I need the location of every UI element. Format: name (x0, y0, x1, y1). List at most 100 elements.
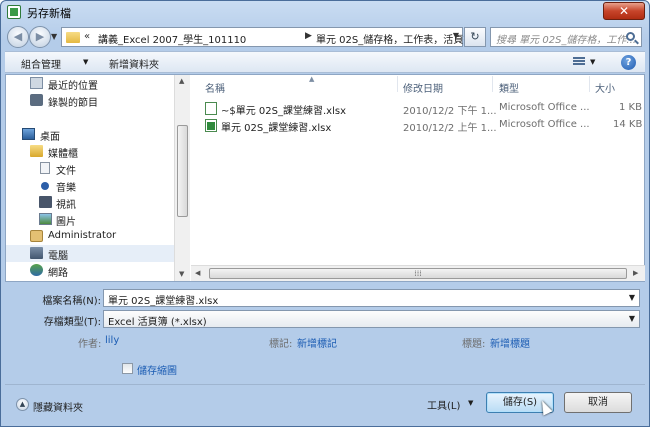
recent-pages-dropdown-icon[interactable]: ▼ (51, 32, 57, 41)
nav-item-label: 音樂 (56, 183, 76, 194)
browser-panes: 最近的位置 錄製的節目 桌面 媒體櫃 文件 音樂 視訊 圖片 Administr… (5, 74, 645, 282)
nav-item-recent-places[interactable]: 最近的位置 (6, 75, 174, 92)
nav-item-label: Administrator (48, 230, 117, 241)
search-placeholder: 搜尋 單元 02S_儲存格，工作... (496, 35, 636, 46)
video-icon (39, 196, 52, 208)
address-overflow-chevron[interactable]: « (84, 31, 90, 42)
filename-label: 檔案名稱(N): (42, 296, 101, 307)
nav-item-computer[interactable]: 電腦 (6, 245, 174, 262)
column-header-name[interactable]: 名稱 (205, 80, 225, 95)
pictures-icon (39, 213, 52, 225)
author-value[interactable]: lily (105, 335, 119, 346)
column-divider[interactable] (397, 76, 398, 92)
file-type: Microsoft Office ... (499, 102, 590, 113)
scroll-left-icon[interactable]: ◀ (195, 269, 200, 277)
nav-item-label: 媒體櫃 (48, 149, 78, 160)
cancel-button[interactable]: 取消 (564, 392, 632, 413)
nav-item-desktop[interactable]: 桌面 (6, 126, 174, 143)
nav-item-recorded-tv[interactable]: 錄製的節目 (6, 92, 174, 109)
table-row[interactable]: ~$單元 02S_課堂練習.xlsx 2010/12/2 下午 1... Mic… (191, 100, 645, 117)
title-bar[interactable]: 另存新檔 ✕ (1, 1, 649, 23)
network-icon (30, 264, 43, 276)
nav-item-administrator[interactable]: Administrator (6, 228, 174, 245)
filetype-select[interactable]: Excel 活頁簿 (*.xlsx) ▼ (103, 310, 640, 328)
nav-item-documents[interactable]: 文件 (6, 160, 174, 177)
help-icon[interactable]: ? (621, 55, 636, 70)
file-name: ~$單元 02S_課堂練習.xlsx (221, 106, 346, 117)
nav-item-music[interactable]: 音樂 (6, 177, 174, 194)
file-list: ▲ 名稱 修改日期 類型 大小 ~$單元 02S_課堂練習.xlsx 2010/… (191, 75, 645, 281)
chevron-down-icon[interactable]: ▼ (629, 314, 635, 323)
nav-item-label: 文件 (56, 166, 76, 177)
filename-input[interactable]: 單元 02S_課堂練習.xlsx ▼ (103, 289, 640, 307)
nav-item-video[interactable]: 視訊 (6, 194, 174, 211)
chevron-up-icon[interactable]: ▲ (16, 398, 29, 411)
back-button[interactable]: ◀ (7, 26, 29, 48)
nav-item-label: 視訊 (56, 200, 76, 211)
filetype-value: Excel 活頁簿 (*.xlsx) (108, 317, 207, 328)
nav-item-label: 最近的位置 (48, 81, 98, 92)
user-folder-icon (30, 230, 43, 242)
scroll-down-icon[interactable]: ▼ (179, 270, 184, 278)
add-title-link[interactable]: 新增標題 (490, 335, 530, 350)
nav-item-label: 圖片 (56, 217, 76, 228)
divider (5, 384, 645, 385)
add-tags-link[interactable]: 新增標記 (297, 335, 337, 350)
nav-item-network[interactable]: 網路 (6, 262, 174, 279)
new-folder-button[interactable]: 新增資料夾 (109, 56, 159, 71)
refresh-icon: ↻ (470, 30, 480, 43)
forward-button[interactable]: ▶ (29, 26, 51, 48)
nav-pane-scrollbar[interactable]: ▲ ▼ (174, 75, 190, 281)
forward-arrow-icon: ▶ (35, 30, 45, 43)
close-button[interactable]: ✕ (603, 2, 645, 20)
file-list-hscrollbar[interactable]: ◀ ⁞⁞⁞ ▶ (191, 265, 645, 281)
libraries-icon (30, 145, 43, 157)
filetype-label: 存檔類型(T): (43, 317, 101, 328)
tags-label: 標記: (269, 339, 293, 350)
refresh-button[interactable]: ↻ (464, 27, 486, 47)
file-date: 2010/12/2 上午 1... (403, 123, 497, 134)
breadcrumb-separator-icon[interactable]: ▶ (305, 31, 312, 41)
tools-button[interactable]: 工具(L) (427, 397, 460, 412)
view-options-icon[interactable] (573, 57, 585, 68)
scroll-right-icon[interactable]: ▶ (633, 269, 638, 277)
save-thumbnail-checkbox[interactable] (122, 363, 133, 374)
column-divider[interactable] (589, 76, 590, 92)
excel-app-icon (7, 5, 21, 19)
file-type: Microsoft Office ... (499, 119, 590, 130)
search-icon[interactable] (626, 32, 635, 41)
scrollbar-thumb[interactable]: ⁞⁞⁞ (209, 268, 627, 279)
breadcrumb-segment[interactable]: 講義_Excel 2007_學生_101110 (98, 31, 246, 46)
navigation-pane: 最近的位置 錄製的節目 桌面 媒體櫃 文件 音樂 視訊 圖片 Administr… (6, 75, 174, 281)
scrollbar-thumb[interactable] (177, 125, 188, 217)
hide-folders-button[interactable]: 隱藏資料夾 (33, 399, 83, 414)
search-input[interactable]: 搜尋 單元 02S_儲存格，工作... (490, 27, 642, 47)
nav-item-label: 電腦 (48, 251, 68, 262)
folder-icon (66, 32, 80, 43)
chevron-down-icon[interactable]: ▼ (83, 58, 88, 66)
file-size: 14 KB (613, 119, 643, 130)
breadcrumb-segment[interactable]: 單元 02S_儲存格，工作表，活頁簿 (316, 31, 473, 46)
nav-item-pictures[interactable]: 圖片 (6, 211, 174, 228)
nav-item-label: 網路 (48, 268, 68, 279)
table-row[interactable]: 單元 02S_課堂練習.xlsx 2010/12/2 上午 1... Micro… (191, 117, 645, 134)
music-icon (41, 182, 49, 190)
column-header-size[interactable]: 大小 (595, 80, 615, 95)
author-label: 作者: (78, 339, 102, 350)
chevron-down-icon[interactable]: ▼ (629, 293, 635, 302)
file-date: 2010/12/2 下午 1... (403, 106, 497, 117)
window-title: 另存新檔 (27, 7, 71, 20)
save-thumbnail-label[interactable]: 儲存縮圖 (137, 362, 177, 377)
nav-item-libraries[interactable]: 媒體櫃 (6, 143, 174, 160)
chevron-down-icon[interactable]: ▼ (590, 58, 595, 66)
excel-temp-file-icon (205, 102, 217, 115)
organize-button[interactable]: 組合管理 (21, 56, 61, 71)
chevron-down-icon[interactable]: ▼ (468, 399, 473, 407)
address-bar[interactable]: « 講義_Excel 2007_學生_101110 ▶ 單元 02S_儲存格，工… (61, 27, 473, 47)
scroll-up-icon[interactable]: ▲ (179, 77, 184, 85)
address-dropdown-icon[interactable]: ▼ (453, 31, 459, 40)
column-header-date[interactable]: 修改日期 (403, 80, 443, 95)
column-header-type[interactable]: 類型 (499, 80, 519, 95)
documents-icon (40, 162, 50, 174)
column-divider[interactable] (492, 76, 493, 92)
